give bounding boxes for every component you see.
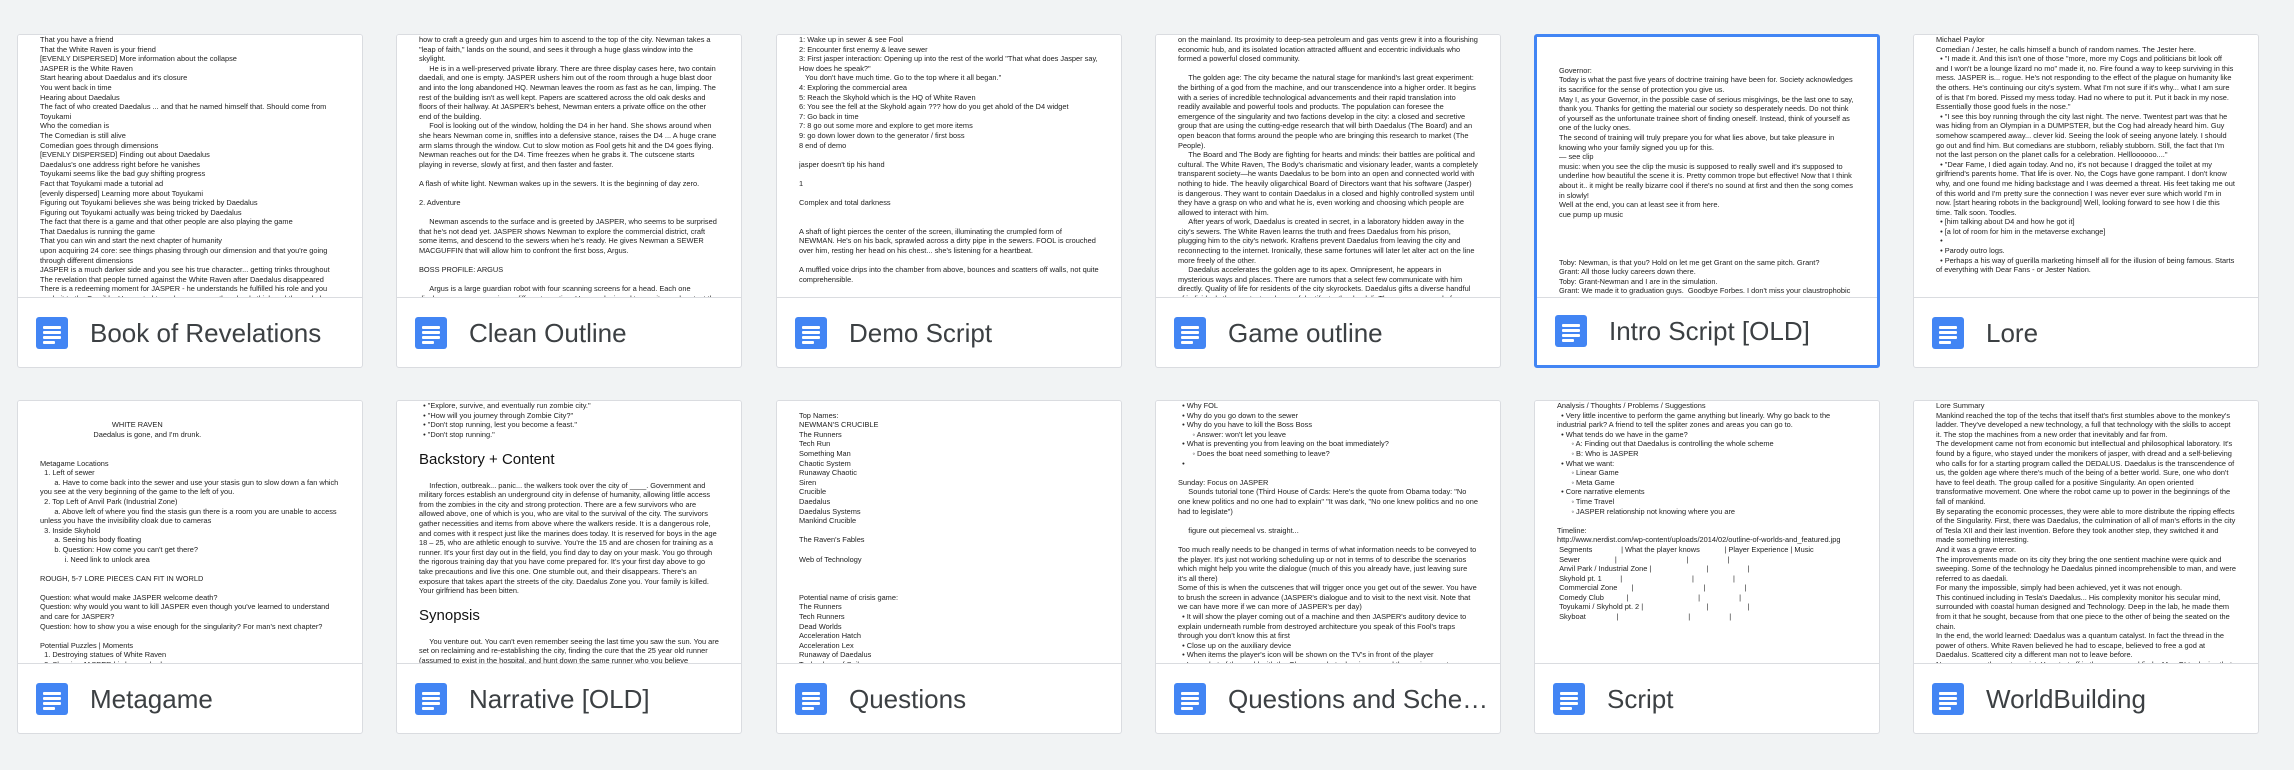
document-card-1[interactable]: That you have a friend That the White Ra… xyxy=(17,34,363,368)
document-card-11[interactable]: Analysis / Thoughts / Problems / Suggest… xyxy=(1534,400,1880,734)
document-thumbnail[interactable]: Top Names: NEWMAN'S CRUCIBLE The Runners… xyxy=(777,401,1121,664)
google-docs-icon xyxy=(415,683,447,715)
google-docs-icon xyxy=(1553,683,1585,715)
document-title[interactable]: Intro Script [OLD] xyxy=(1609,313,1867,349)
document-thumbnail[interactable]: on the mainland. Its proximity to deep-s… xyxy=(1156,35,1500,298)
document-thumbnail[interactable]: Lore Summary Mankind reached the top of … xyxy=(1914,401,2258,664)
google-docs-icon xyxy=(1932,683,1964,715)
google-docs-icon xyxy=(1174,683,1206,715)
document-footer[interactable]: Questions and Schedule xyxy=(1156,663,1500,733)
document-footer[interactable]: Book of Revelations xyxy=(18,297,362,367)
document-preview-text: how to craft a greedy gun and urges him … xyxy=(419,35,718,297)
document-footer[interactable]: Intro Script [OLD] xyxy=(1537,295,1877,365)
document-heading: Backstory + Content xyxy=(419,450,555,468)
document-preview-text: on the mainland. Its proximity to deep-s… xyxy=(1178,35,1478,297)
document-title[interactable]: Clean Outline xyxy=(469,315,731,351)
google-docs-icon xyxy=(1555,315,1587,347)
document-title[interactable]: Book of Revelations xyxy=(90,315,352,351)
document-heading: Synopsis xyxy=(419,607,480,625)
document-card-3[interactable]: 1: Wake up in sewer & see Fool 2: Encoun… xyxy=(776,34,1122,368)
document-footer[interactable]: Game outline xyxy=(1156,297,1500,367)
document-thumbnail[interactable]: Michael Paylor Comedian / Jester, he cal… xyxy=(1914,35,2258,298)
document-thumbnail[interactable]: WHITE RAVEN Daedalus is gone, and I'm dr… xyxy=(18,401,362,664)
document-title[interactable]: Metagame xyxy=(90,681,352,717)
document-card-7[interactable]: WHITE RAVEN Daedalus is gone, and I'm dr… xyxy=(17,400,363,734)
document-preview-text: That you have a friend That the White Ra… xyxy=(40,35,332,297)
document-card-10[interactable]: • Why FOL • Why do you go down to the se… xyxy=(1155,400,1501,734)
google-docs-icon xyxy=(415,317,447,349)
document-footer[interactable]: Questions xyxy=(777,663,1121,733)
google-docs-icon xyxy=(36,317,68,349)
document-preview-text: Governor: Today is what the past five ye… xyxy=(1559,65,1854,297)
document-title[interactable]: Script xyxy=(1607,681,1869,717)
document-thumbnail[interactable]: • "Explore, survive, and eventually run … xyxy=(397,401,741,664)
document-card-5[interactable]: Governor: Today is what the past five ye… xyxy=(1534,34,1880,368)
document-title[interactable]: Demo Script xyxy=(849,315,1111,351)
document-thumbnail[interactable]: Governor: Today is what the past five ye… xyxy=(1537,37,1877,298)
document-title[interactable]: Game outline xyxy=(1228,315,1490,351)
document-title[interactable]: WorldBuilding xyxy=(1986,681,2248,717)
document-preview-text: • "Explore, survive, and eventually run … xyxy=(419,401,719,663)
document-thumbnail[interactable]: how to craft a greedy gun and urges him … xyxy=(397,35,741,298)
google-docs-icon xyxy=(36,683,68,715)
document-card-2[interactable]: how to craft a greedy gun and urges him … xyxy=(396,34,742,368)
document-card-8[interactable]: • "Explore, survive, and eventually run … xyxy=(396,400,742,734)
document-preview-text: Analysis / Thoughts / Problems / Suggest… xyxy=(1557,401,1841,622)
document-card-9[interactable]: Top Names: NEWMAN'S CRUCIBLE The Runners… xyxy=(776,400,1122,734)
document-title[interactable]: Lore xyxy=(1986,315,2248,351)
document-thumbnail[interactable]: 1: Wake up in sewer & see Fool 2: Encoun… xyxy=(777,35,1121,298)
document-preview-text: WHITE RAVEN Daedalus is gone, and I'm dr… xyxy=(40,420,339,663)
document-card-4[interactable]: on the mainland. Its proximity to deep-s… xyxy=(1155,34,1501,368)
document-footer[interactable]: Narrative [OLD] xyxy=(397,663,741,733)
document-thumbnail[interactable]: That you have a friend That the White Ra… xyxy=(18,35,362,298)
document-footer[interactable]: Lore xyxy=(1914,297,2258,367)
document-footer[interactable]: Demo Script xyxy=(777,297,1121,367)
document-footer[interactable]: WorldBuilding xyxy=(1914,663,2258,733)
document-footer[interactable]: Clean Outline xyxy=(397,297,741,367)
document-preview-text: Top Names: NEWMAN'S CRUCIBLE The Runners… xyxy=(799,410,898,663)
document-title[interactable]: Questions and Schedule xyxy=(1228,681,1490,717)
document-preview-text: 1: Wake up in sewer & see Fool 2: Encoun… xyxy=(799,35,1099,284)
document-card-6[interactable]: Michael Paylor Comedian / Jester, he cal… xyxy=(1913,34,2259,368)
document-title[interactable]: Questions xyxy=(849,681,1111,717)
google-docs-icon xyxy=(795,317,827,349)
google-docs-icon xyxy=(1174,317,1206,349)
document-footer[interactable]: Metagame xyxy=(18,663,362,733)
google-docs-icon xyxy=(795,683,827,715)
document-footer[interactable]: Script xyxy=(1535,663,1879,733)
document-preview-text: Michael Paylor Comedian / Jester, he cal… xyxy=(1936,35,2235,275)
document-preview-text: • Why FOL • Why do you go down to the se… xyxy=(1178,401,1478,663)
document-thumbnail[interactable]: Analysis / Thoughts / Problems / Suggest… xyxy=(1535,401,1879,664)
document-title[interactable]: Narrative [OLD] xyxy=(469,681,731,717)
document-preview-text: Lore Summary Mankind reached the top of … xyxy=(1936,401,2236,663)
google-docs-icon xyxy=(1932,317,1964,349)
document-thumbnail[interactable]: • Why FOL • Why do you go down to the se… xyxy=(1156,401,1500,664)
document-card-12[interactable]: Lore Summary Mankind reached the top of … xyxy=(1913,400,2259,734)
